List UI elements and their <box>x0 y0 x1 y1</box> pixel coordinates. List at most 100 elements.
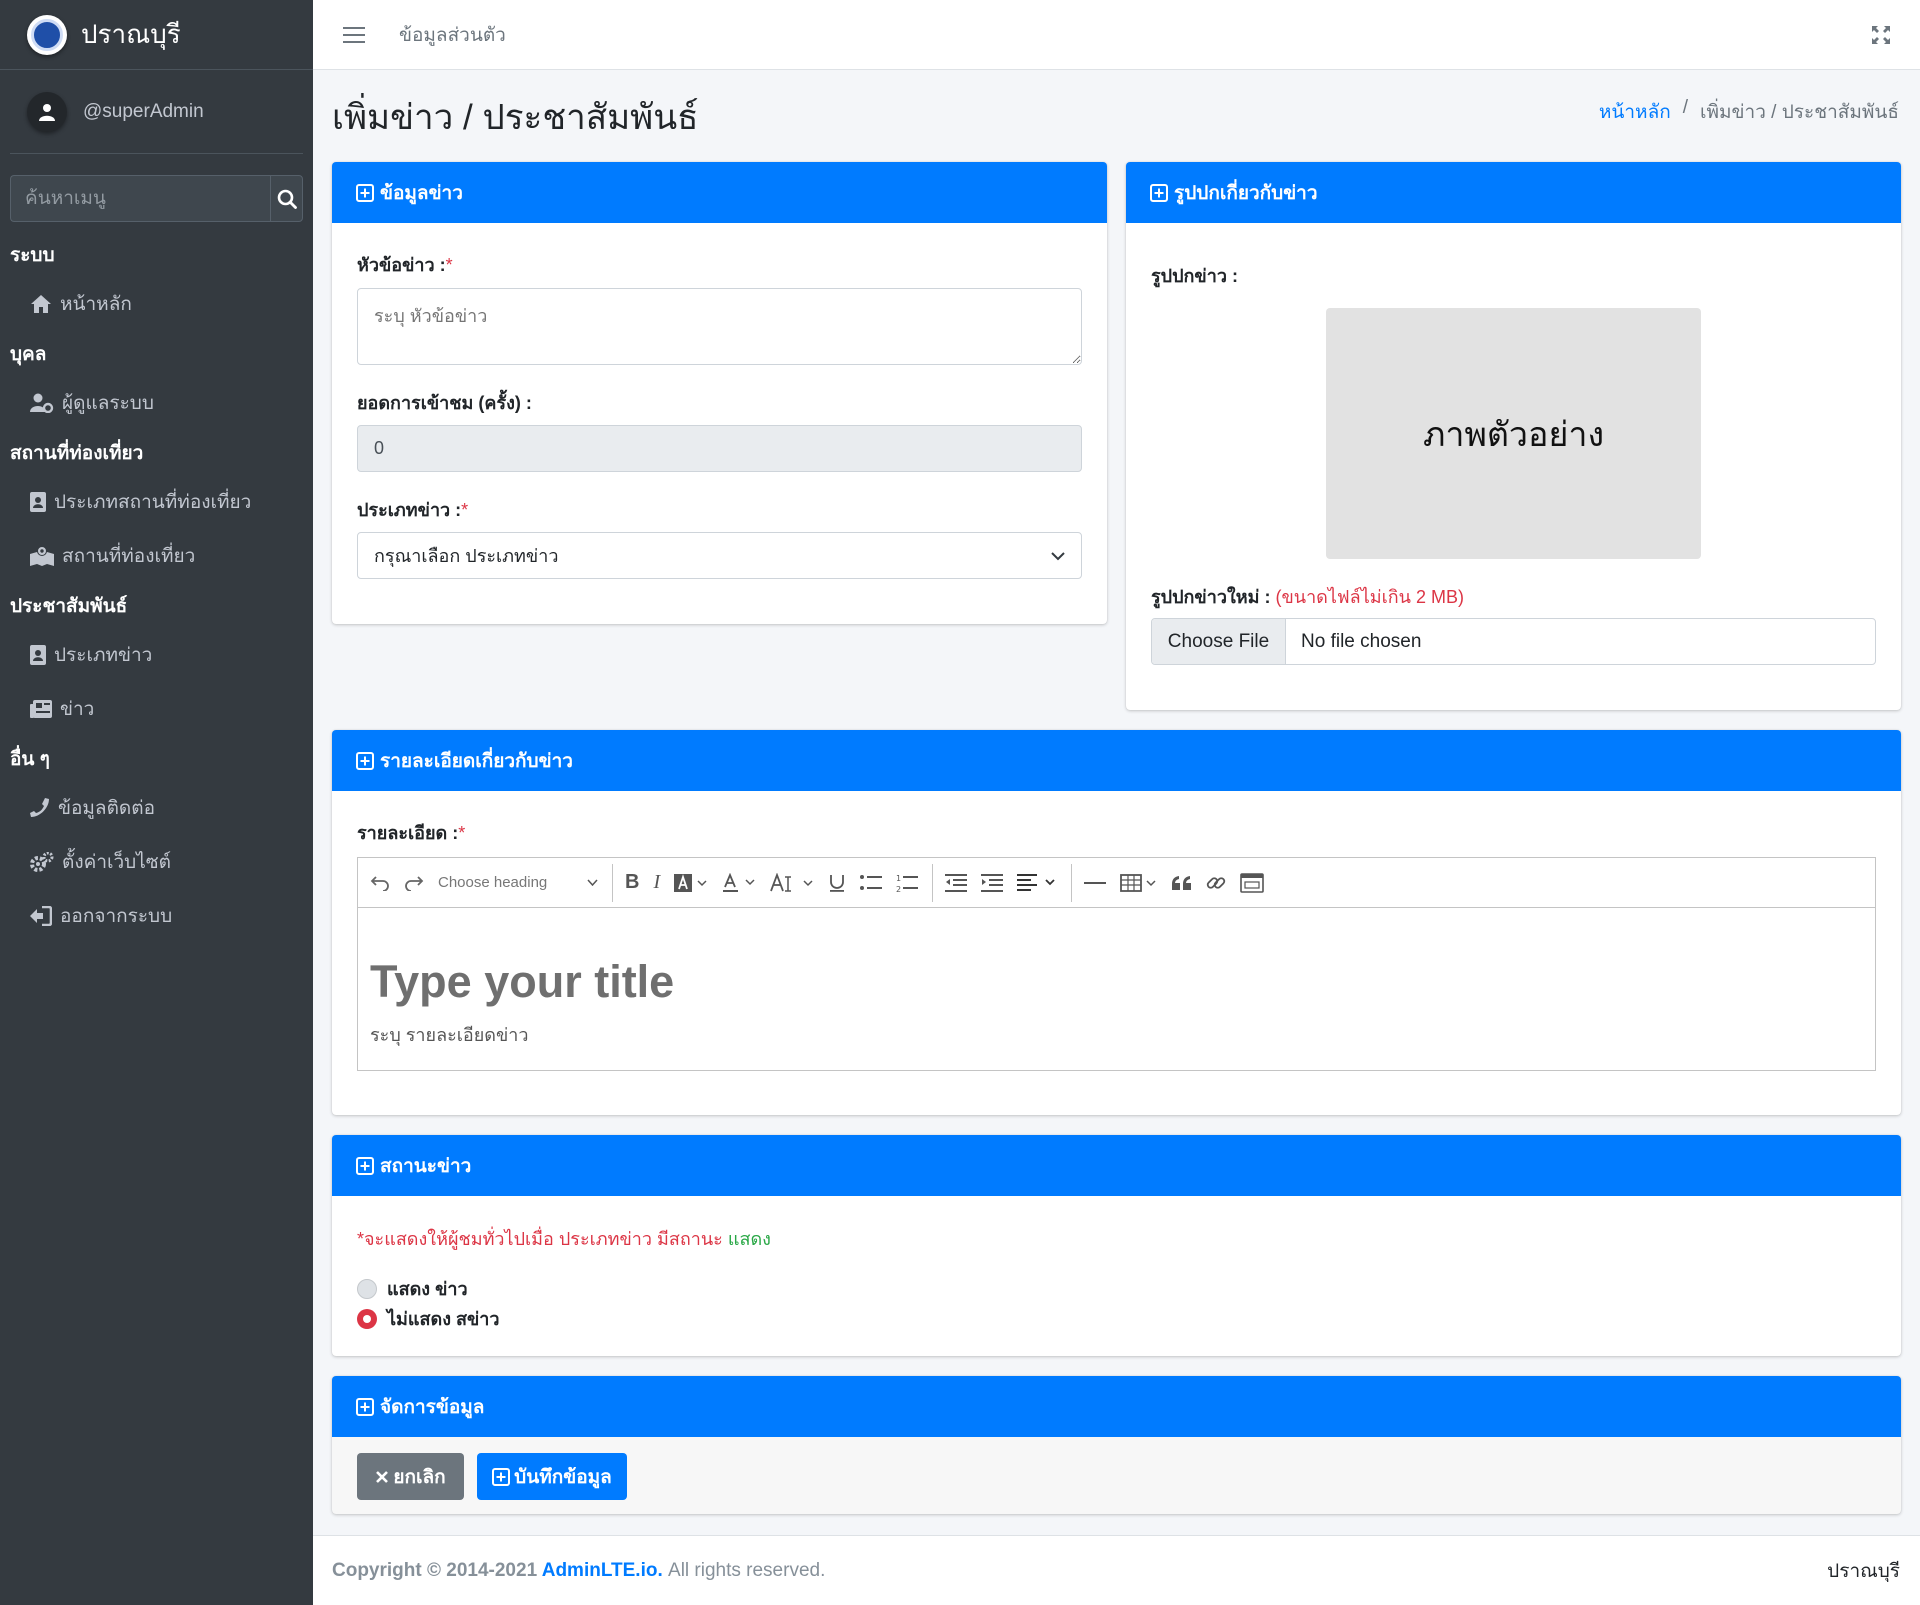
footer-rights: All rights reserved. <box>668 1559 826 1581</box>
font-color-icon[interactable] <box>722 872 756 893</box>
bold-icon[interactable]: B <box>625 871 639 894</box>
horizontal-line-icon[interactable] <box>1084 881 1107 885</box>
toolbar-separator <box>1071 863 1073 902</box>
close-icon <box>376 1470 389 1483</box>
fullscreen-icon[interactable] <box>1872 26 1890 44</box>
footer-link[interactable]: AdminLTE.io. <box>542 1560 663 1581</box>
bulleted-list-icon[interactable] <box>860 874 883 892</box>
phone-icon <box>30 798 49 817</box>
views-field: 0 <box>357 425 1082 472</box>
sign-out-icon <box>30 906 52 926</box>
nav-header-other: อื่น ๆ <box>10 748 50 770</box>
status-option-hide[interactable]: ไม่แสดง สข่าว <box>357 1304 500 1333</box>
svg-text:2: 2 <box>896 885 901 893</box>
cover-preview-image: ภาพตัวอย่าง <box>1326 308 1701 559</box>
chevron-down-icon <box>1051 551 1065 560</box>
brand-link[interactable]: ปราณบุรี <box>0 0 313 70</box>
media-embed-icon[interactable] <box>1240 872 1264 893</box>
brand-logo-icon <box>27 14 67 55</box>
sidebar: ปราณบุรี @superAdmin ระบบ หน้าหลัก บุคล … <box>0 0 313 1605</box>
profile-link[interactable]: ข้อมูลส่วนตัว <box>399 20 506 50</box>
rich-text-editor: Choose heading B I 12 Type your title ระ… <box>357 857 1876 1071</box>
font-size-icon[interactable] <box>770 872 814 893</box>
redo-icon[interactable] <box>404 875 424 891</box>
editor-content[interactable]: Type your title ระบุ รายละเอียดข่าว <box>357 907 1876 1071</box>
breadcrumb-current: เพิ่มข่าว / ประชาสัมพันธ์ <box>1700 102 1899 123</box>
cancel-button[interactable]: ยกเลิก <box>357 1453 464 1500</box>
news-title-input[interactable] <box>357 288 1082 365</box>
nav-item-place-types[interactable]: ประเภทสถานที่ท่องเที่ยว <box>0 475 313 529</box>
block-quote-icon[interactable] <box>1172 875 1192 890</box>
undo-icon[interactable] <box>370 875 390 891</box>
radio-hide[interactable] <box>357 1308 377 1329</box>
heading-dropdown[interactable]: Choose heading <box>438 874 598 891</box>
news-info-card: ข้อมูลข่าว หัวข้อข่าว :* ยอดการเข้าชม (ค… <box>332 162 1107 624</box>
news-title-label: หัวข้อข่าว :* <box>357 250 453 279</box>
footer-copyright-text: Copyright © 2014-2021 <box>332 1559 538 1581</box>
nav-item-place-types-label: ประเภทสถานที่ท่องเที่ยว <box>54 492 252 513</box>
outdent-icon[interactable] <box>945 873 968 892</box>
status-option-hide-label: ไม่แสดง สข่าว <box>387 1309 500 1329</box>
nav-header-pr: ประชาสัมพันธ์ <box>10 595 128 617</box>
link-icon[interactable] <box>1206 873 1226 893</box>
news-type-label: ประเภทข่าว :* <box>357 495 468 524</box>
search-icon <box>277 189 297 209</box>
views-value: 0 <box>374 438 385 458</box>
sidebar-search-input[interactable] <box>10 175 270 222</box>
breadcrumb: หน้าหลัก / เพิ่มข่าว / ประชาสัมพันธ์ <box>1599 97 1899 127</box>
table-icon[interactable] <box>1120 873 1158 892</box>
italic-icon[interactable]: I <box>653 871 660 894</box>
news-type-select[interactable]: กรุณาเลือก ประเภทข่าว <box>357 532 1082 579</box>
nav-item-home[interactable]: หน้าหลัก <box>0 277 313 331</box>
file-input[interactable]: Choose File No file chosen <box>1151 618 1876 665</box>
plus-square-icon <box>492 1467 511 1486</box>
sidebar-search-button[interactable] <box>270 175 303 222</box>
nav-header-places: สถานที่ท่องเที่ยว <box>10 442 144 464</box>
status-option-show[interactable]: แสดง ข่าว <box>357 1274 468 1303</box>
page-title: เพิ่มข่าว / ประชาสัมพันธ์ <box>332 98 699 137</box>
radio-show[interactable] <box>357 1278 377 1299</box>
editor-toolbar: Choose heading B I 12 <box>357 857 1876 907</box>
news-type-label-text: ประเภทข่าว : <box>357 500 462 520</box>
heading-dropdown-label: Choose heading <box>438 874 548 891</box>
nav-item-news-types[interactable]: ประเภทข่าว <box>0 628 313 682</box>
user-avatar-icon <box>27 91 67 132</box>
nav-item-settings[interactable]: ตั้งค่าเว็บไซต์ <box>0 835 313 889</box>
nav-item-places[interactable]: สถานที่ท่องเที่ยว <box>0 529 313 583</box>
choose-file-button[interactable]: Choose File <box>1152 619 1286 664</box>
nav-item-news-types-label: ประเภทข่าว <box>54 645 153 666</box>
newspaper-icon <box>30 700 52 718</box>
user-panel[interactable]: @superAdmin <box>10 70 303 154</box>
nav-item-places-label: สถานที่ท่องเที่ยว <box>62 546 196 567</box>
required-mark: * <box>461 500 469 520</box>
address-book-icon <box>30 492 46 512</box>
editor-body-placeholder: ระบุ รายละเอียดข่าว <box>370 1025 529 1045</box>
menu-toggle-icon[interactable] <box>343 26 365 43</box>
save-button-label: บันทึกข้อมูล <box>514 1466 612 1488</box>
home-icon <box>31 295 51 313</box>
breadcrumb-home-link[interactable]: หน้าหลัก <box>1599 97 1671 127</box>
plus-square-icon <box>1150 183 1168 202</box>
nav-item-news[interactable]: ข่าว <box>0 682 313 736</box>
cover-card-title: รูปปกเกี่ยวกับข่าว <box>1174 182 1318 204</box>
align-left-icon[interactable] <box>1017 873 1057 892</box>
file-name-text: No file chosen <box>1301 630 1422 652</box>
views-label: ยอดการเข้าชม (ครั้ง) : <box>357 393 532 413</box>
font-background-color-icon[interactable] <box>674 873 708 892</box>
cogs-icon <box>30 852 54 872</box>
nav-item-admins[interactable]: ผู้ดูแลระบบ <box>0 376 313 430</box>
chevron-down-icon <box>587 879 598 886</box>
nav-item-logout[interactable]: ออกจากระบบ <box>0 889 313 943</box>
nav-item-logout-label: ออกจากระบบ <box>60 906 173 927</box>
manage-card: จัดการข้อมูล ยกเลิก บันทึกข้อมูล <box>332 1376 1901 1514</box>
indent-icon[interactable] <box>981 873 1004 892</box>
details-card-header: รายละเอียดเกี่ยวกับข่าว <box>332 730 1901 791</box>
nav-header-people: บุคล <box>10 343 47 365</box>
numbered-list-icon[interactable]: 12 <box>896 873 919 893</box>
map-marked-icon <box>30 546 54 566</box>
save-button[interactable]: บันทึกข้อมูล <box>477 1453 627 1500</box>
nav-item-contact[interactable]: ข้อมูลติดต่อ <box>0 781 313 835</box>
underline-icon[interactable] <box>828 873 846 893</box>
news-title-label-text: หัวข้อข่าว : <box>357 255 446 275</box>
editor-title-placeholder: Type your title <box>370 956 675 1007</box>
